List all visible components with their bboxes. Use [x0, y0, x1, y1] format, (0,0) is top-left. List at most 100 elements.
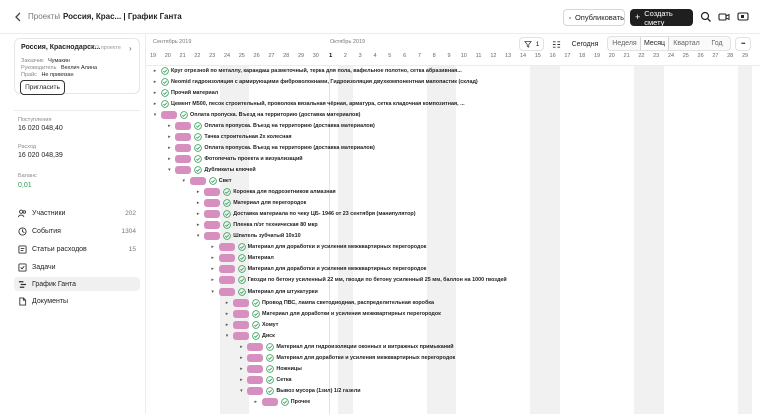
task-bar[interactable]: [218, 265, 235, 274]
scale-year[interactable]: Год: [704, 37, 730, 50]
expand-caret-icon[interactable]: ▸: [152, 101, 158, 107]
chevron-right-icon[interactable]: ›: [129, 44, 132, 53]
expand-caret-icon[interactable]: ▸: [166, 145, 172, 151]
expand-caret-icon[interactable]: ▸: [195, 189, 201, 195]
task-bar[interactable]: [247, 342, 264, 351]
collapse-caret-icon[interactable]: ▾: [166, 167, 172, 173]
expand-caret-icon[interactable]: ▸: [152, 79, 158, 85]
task-row[interactable]: ▸ Доставка материала по чеку ЦБ- 1946 от …: [195, 209, 416, 220]
task-row[interactable]: ▸ Материал: [210, 253, 274, 264]
task-row[interactable]: ▾ Свет: [181, 176, 232, 187]
collapse-caret-icon[interactable]: ▾: [195, 233, 201, 239]
collapse-caret-icon[interactable]: ▾: [238, 388, 244, 394]
task-row[interactable]: ▸ Круг отрезной по металлу, карандаш разм…: [152, 65, 462, 76]
publish-button[interactable]: Опубликовать: [563, 9, 625, 26]
task-row[interactable]: ▸ Материал для перегородок: [195, 198, 306, 209]
collapse-caret-icon[interactable]: ▾: [224, 333, 230, 339]
task-bar[interactable]: [204, 199, 221, 208]
invite-button[interactable]: Пригласить: [20, 80, 65, 95]
back-chevron-icon[interactable]: [12, 11, 24, 23]
nav-documents[interactable]: Документы: [14, 294, 140, 308]
expand-caret-icon[interactable]: ▸: [166, 134, 172, 140]
task-row[interactable]: ▸ Цемент М500, песок строительный, провол…: [152, 98, 465, 109]
task-bar[interactable]: [175, 165, 192, 174]
scale-month[interactable]: Месяц: [640, 37, 669, 50]
task-row[interactable]: ▸ Материал для доработки и усиления межкв…: [210, 264, 426, 275]
task-row[interactable]: ▸ Материал для доработки и усиления межкв…: [238, 352, 455, 363]
task-row[interactable]: ▸ Хомут: [224, 319, 278, 330]
task-row[interactable]: ▸ Коронка для подрозетников алмазная: [195, 187, 336, 198]
breadcrumb-projects[interactable]: Проекты: [28, 11, 60, 23]
task-bar[interactable]: [175, 121, 192, 130]
task-bar[interactable]: [189, 177, 206, 185]
expand-caret-icon[interactable]: ▸: [238, 366, 244, 372]
nav-expenses[interactable]: Статьи расходов 15: [14, 242, 140, 256]
task-bar[interactable]: [175, 154, 192, 163]
task-row[interactable]: ▸ Тачка строительная 2х колесная: [166, 131, 292, 142]
task-bar[interactable]: [233, 320, 249, 329]
search-icon[interactable]: [700, 11, 712, 23]
task-row[interactable]: ▸ Гвозди по бетону усиленный 22 мм, гвозд…: [210, 275, 507, 286]
expand-caret-icon[interactable]: ▸: [152, 90, 158, 96]
task-bar[interactable]: [204, 188, 221, 197]
task-row[interactable]: ▾ Вывоз мусора (1зил) 1/2 газели: [238, 385, 361, 396]
expand-caret-icon[interactable]: ▸: [210, 244, 216, 250]
video-icon[interactable]: [718, 11, 730, 23]
expand-caret-icon[interactable]: ▸: [253, 399, 259, 405]
task-bar[interactable]: [218, 276, 235, 285]
task-row[interactable]: ▾ Диск: [224, 330, 275, 341]
task-row[interactable]: ▾ Материал для штукатурки: [210, 286, 318, 297]
task-row[interactable]: ▸ Прочий материал: [152, 87, 218, 98]
expand-caret-icon[interactable]: ▸: [210, 266, 216, 272]
task-row[interactable]: ▾ Дубликаты ключей: [166, 164, 256, 175]
task-row[interactable]: ▸ Пленка п/эт техническая 80 мкр: [195, 220, 318, 231]
expand-caret-icon[interactable]: ▸: [224, 322, 230, 328]
task-row[interactable]: ▾ Шпатель зубчатый 10х10: [195, 231, 301, 242]
scale-week[interactable]: Неделя: [608, 37, 641, 50]
task-bar[interactable]: [247, 353, 264, 362]
task-bar[interactable]: [247, 364, 264, 373]
view-options-button[interactable]: [549, 37, 563, 51]
expand-caret-icon[interactable]: ▸: [195, 222, 201, 228]
task-row[interactable]: ▸ Ножницы: [238, 363, 302, 374]
scale-quarter[interactable]: Квартал: [669, 37, 704, 50]
task-row[interactable]: ▸ Материал для доработки и усиления межкв…: [224, 308, 441, 319]
task-bar[interactable]: [204, 232, 221, 241]
about-project-link[interactable]: О проекте: [95, 45, 121, 51]
more-menu-button[interactable]: •••: [735, 37, 751, 51]
expand-caret-icon[interactable]: ▸: [224, 300, 230, 306]
task-bar[interactable]: [261, 398, 278, 406]
expand-caret-icon[interactable]: ▸: [210, 277, 216, 283]
task-row[interactable]: ▸ Провод ПВС, лампа светодиодная, распред…: [224, 297, 434, 308]
task-bar[interactable]: [204, 210, 221, 219]
task-row[interactable]: ▸ Neomid гидроизоляция с армирующими фибр…: [152, 76, 478, 87]
expand-caret-icon[interactable]: ▸: [195, 211, 201, 217]
task-bar[interactable]: [218, 287, 235, 296]
nav-participants[interactable]: Участники 202: [14, 206, 140, 220]
today-button[interactable]: Сегодня: [567, 37, 603, 51]
expand-caret-icon[interactable]: ▸: [224, 311, 230, 317]
task-bar[interactable]: [233, 309, 249, 318]
task-bar[interactable]: [175, 132, 192, 141]
task-bar[interactable]: [161, 110, 177, 119]
task-bar[interactable]: [233, 331, 249, 340]
task-bar[interactable]: [218, 254, 235, 263]
task-bar[interactable]: [218, 243, 235, 252]
task-row[interactable]: ▸ Сетка: [238, 374, 292, 385]
expand-caret-icon[interactable]: ▸: [166, 123, 172, 129]
expand-caret-icon[interactable]: ▸: [210, 255, 216, 261]
create-estimate-button[interactable]: + Создать смету: [630, 9, 693, 27]
task-row[interactable]: ▸ Оплата пропуска. Въезд на территорию (д…: [166, 120, 375, 131]
nav-tasks[interactable]: Задачи: [14, 260, 140, 274]
task-bar[interactable]: [247, 375, 264, 384]
expand-caret-icon[interactable]: ▸: [152, 68, 158, 74]
collapse-caret-icon[interactable]: ▾: [210, 289, 216, 295]
task-row[interactable]: ▸ Оплата пропуска. Въезд на территорию (д…: [166, 142, 375, 153]
task-row[interactable]: ▸ Прочее: [253, 397, 310, 408]
task-row[interactable]: ▸ Фотопечать проекта и визуализаций: [166, 153, 303, 164]
task-bar[interactable]: [247, 386, 264, 395]
expand-caret-icon[interactable]: ▸: [238, 377, 244, 383]
task-row[interactable]: ▾ Оплата пропуска. Въезд на территорию (д…: [152, 109, 360, 120]
task-bar[interactable]: [175, 143, 192, 152]
expand-caret-icon[interactable]: ▸: [166, 156, 172, 162]
